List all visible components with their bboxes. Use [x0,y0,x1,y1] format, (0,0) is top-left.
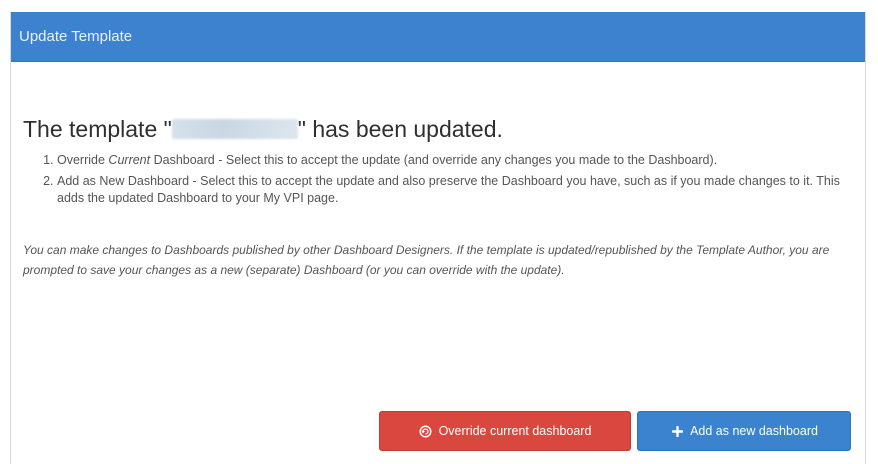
dialog-note: You can make changes to Dashboards publi… [23,243,830,277]
add-as-new-dashboard-button[interactable]: Add as new dashboard [637,411,851,451]
override-button-label: Override current dashboard [438,424,592,438]
plus-icon [670,424,684,438]
plus-icon-svg [671,425,683,437]
options-list: Override Current Dashboard - Select this… [23,152,853,207]
add-button-label: Add as new dashboard [690,424,818,438]
option-add-description: Add as New Dashboard - Select this to ac… [57,173,853,207]
headline-suffix: " has been updated. [297,116,503,142]
option-override-description: Override Current Dashboard - Select this… [57,152,853,169]
option-add-name: Add as New Dashboard [57,174,190,188]
dialog-body: The template " " has been updated. Overri… [11,62,865,280]
option-override-text: - Select this to accept the update (and … [214,153,718,167]
dialog-title: Update Template [11,12,865,62]
option-override-name: Override [57,153,105,167]
page: Update Template The template " " has been… [0,0,878,464]
dialog-headline: The template " " has been updated. [23,62,853,144]
override-icon-svg [419,424,432,438]
update-template-dialog: Update Template The template " " has been… [10,12,866,464]
headline-prefix: The template " [23,116,172,142]
redacted-template-name [171,119,298,139]
override-icon [419,424,433,438]
option-override-name-rest: Dashboard [153,153,215,167]
override-current-dashboard-button[interactable]: Override current dashboard [379,411,631,451]
option-override-name-em: Current [108,153,151,167]
dialog-footer: Override current dashboard Add as new da… [379,411,851,451]
